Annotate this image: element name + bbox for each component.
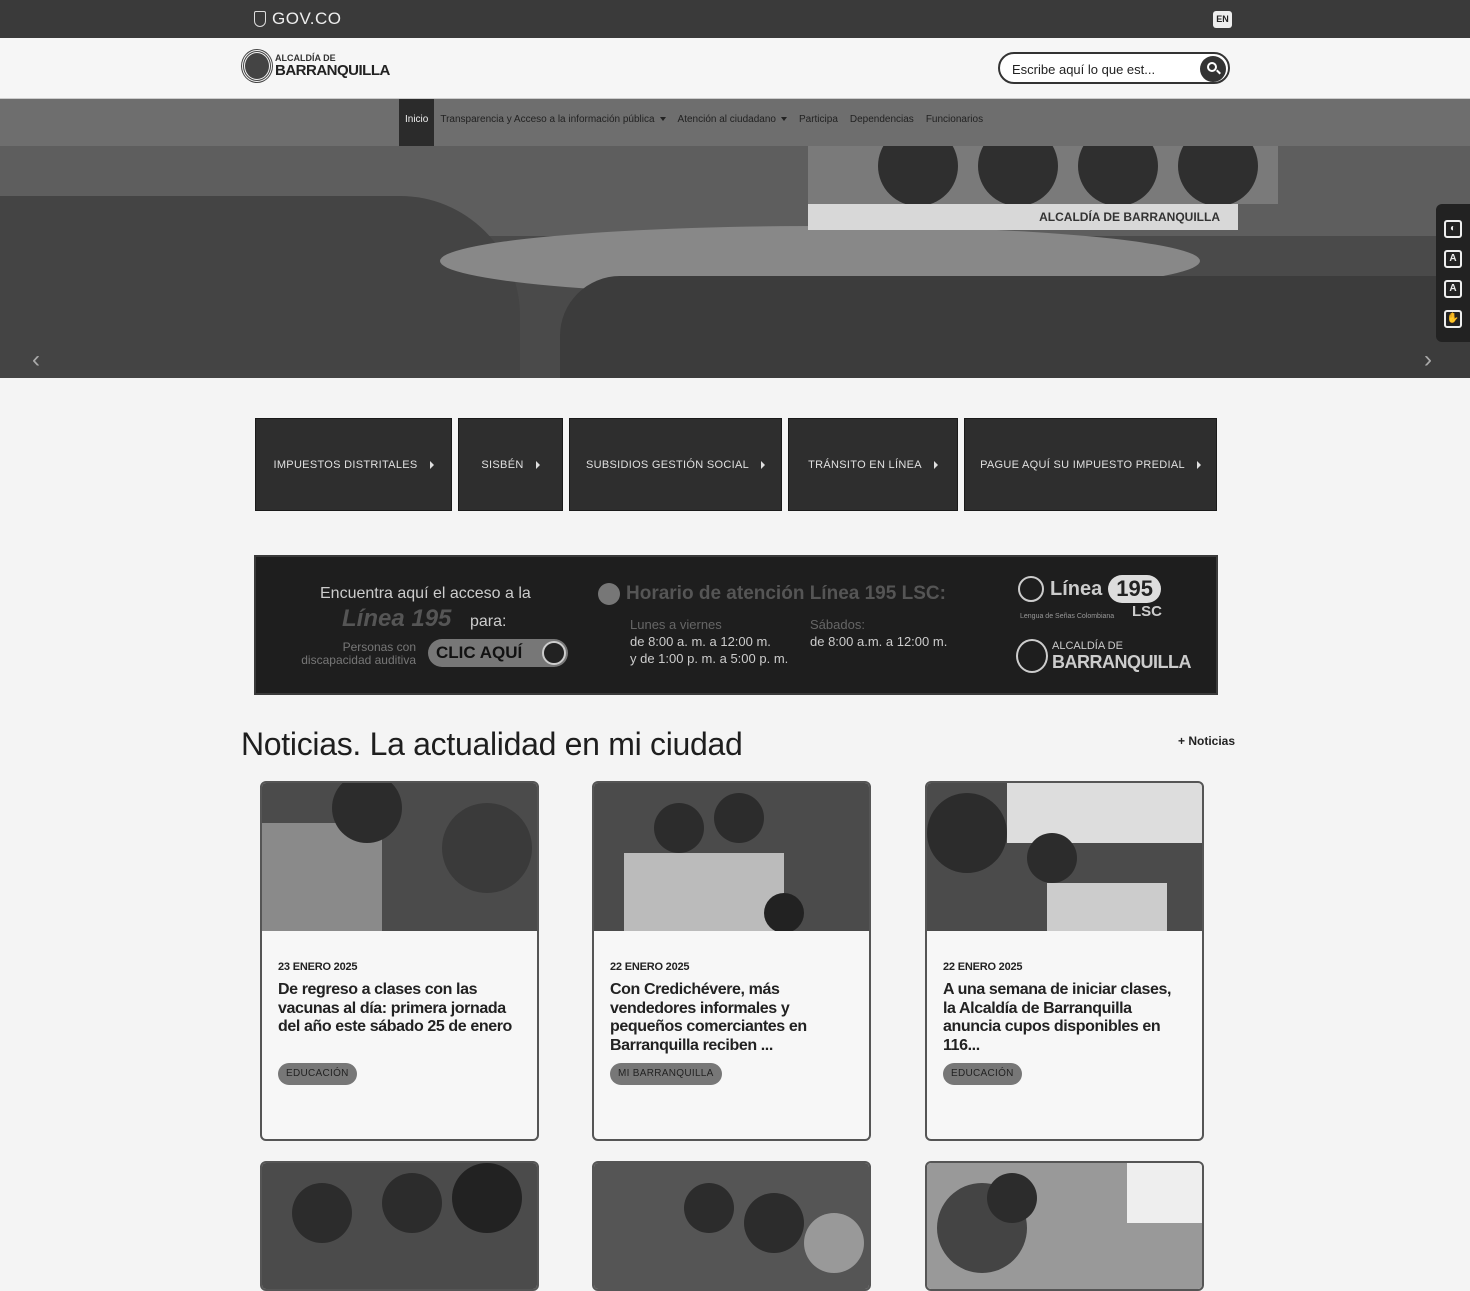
- news-card-title[interactable]: De regreso a clases con las vacunas al d…: [278, 981, 518, 1037]
- quick-link-impuestos[interactable]: IMPUESTOS DISTRITALES: [255, 418, 452, 511]
- banner-alcaldia-logo: ALCALDÍA DE BARRANQUILLA: [1016, 639, 1191, 673]
- nav-item-dependencias[interactable]: Dependencias: [844, 99, 920, 146]
- hero-sign: [808, 146, 1278, 206]
- nav-item-transparencia[interactable]: Transparencia y Acceso a la información …: [434, 99, 671, 146]
- clock-icon: [598, 583, 620, 605]
- site-logo[interactable]: ALCALDÍA DE BARRANQUILLA: [242, 50, 390, 82]
- chevron-right-icon: [429, 460, 434, 469]
- search-box: [998, 52, 1230, 84]
- news-card-date: 22 ENERO 2025: [943, 961, 1023, 973]
- chevron-right-icon: [1196, 460, 1201, 469]
- accessibility-toolbar: ◐ A A ✋: [1436, 204, 1470, 342]
- banner-line-name: Línea 195: [342, 605, 452, 632]
- city-emblem-icon: [242, 50, 272, 82]
- contrast-icon[interactable]: ◐: [1444, 220, 1462, 238]
- hero-carousel[interactable]: ALCALDÍA DE BARRANQUILLA ‹ ›: [0, 146, 1470, 378]
- city-emblem-icon: [1016, 639, 1048, 673]
- news-card-image: [262, 1163, 537, 1289]
- search-button[interactable]: [1200, 56, 1226, 82]
- chevron-right-icon: [535, 460, 540, 469]
- carousel-next-icon[interactable]: ›: [1424, 346, 1432, 374]
- search-input[interactable]: [1012, 60, 1192, 78]
- news-card-image: [927, 1163, 1202, 1289]
- news-card-date: 22 ENERO 2025: [610, 961, 690, 973]
- chevron-right-icon: [761, 460, 766, 469]
- news-card[interactable]: [260, 1161, 539, 1291]
- news-card-tag[interactable]: EDUCACIÓN: [943, 1063, 1022, 1085]
- main-nav: Inicio Transparencia y Acceso a la infor…: [0, 99, 1470, 146]
- quick-link-transito[interactable]: TRÁNSITO EN LÍNEA: [788, 418, 958, 511]
- nav-item-funcionarios[interactable]: Funcionarios: [920, 99, 989, 146]
- decrease-text-icon[interactable]: A: [1444, 250, 1462, 268]
- hand-icon: [542, 641, 566, 665]
- news-card[interactable]: [925, 1161, 1204, 1291]
- quick-link-sisben[interactable]: SISBÉN: [458, 418, 563, 511]
- quick-link-predial[interactable]: PAGUE AQUÍ SU IMPUESTO PREDIAL: [964, 418, 1217, 511]
- news-card-date: 23 ENERO 2025: [278, 961, 358, 973]
- gov-co-link[interactable]: GOV.CO: [254, 9, 341, 29]
- nav-item-participa[interactable]: Participa: [793, 99, 844, 146]
- news-card-image: [262, 783, 537, 931]
- saturday-schedule: Sábados: de 8:00 a.m. a 12:00 m.: [810, 617, 948, 649]
- linea-195-logo: Línea 195: [1018, 575, 1161, 603]
- news-card[interactable]: [592, 1161, 871, 1291]
- linea-195-banner[interactable]: Encuentra aquí el acceso a la Línea 195 …: [254, 555, 1218, 695]
- news-card-title[interactable]: Con Credichévere, más vendedores informa…: [610, 981, 850, 1055]
- lsc-label: LSC: [1132, 603, 1162, 620]
- hero-sign-text: ALCALDÍA DE BARRANQUILLA: [1039, 210, 1220, 224]
- news-card-image: [594, 783, 869, 931]
- schedule-title: Horario de atención Línea 195 LSC:: [598, 583, 946, 605]
- increase-text-icon[interactable]: A: [1444, 280, 1462, 298]
- news-section-title: Noticias. La actualidad en mi ciudad: [241, 726, 743, 762]
- news-card-image: [927, 783, 1202, 931]
- news-card-tag[interactable]: EDUCACIÓN: [278, 1063, 357, 1085]
- phone-icon: [1018, 576, 1044, 602]
- clic-aqui-button[interactable]: CLIC AQUÍ: [428, 639, 568, 667]
- news-card[interactable]: 22 ENERO 2025 A una semana de iniciar cl…: [925, 781, 1204, 1141]
- language-toggle[interactable]: EN: [1213, 11, 1232, 28]
- nav-item-inicio[interactable]: Inicio: [399, 99, 435, 146]
- banner-audience: Personas con discapacidad auditiva: [301, 640, 416, 668]
- more-news-link[interactable]: + Noticias: [1178, 734, 1235, 748]
- chevron-right-icon: [933, 460, 938, 469]
- news-card[interactable]: 23 ENERO 2025 De regreso a clases con la…: [260, 781, 539, 1141]
- gov-topbar: GOV.CO EN: [0, 0, 1470, 38]
- nav-item-atencion[interactable]: Atención al ciudadano: [672, 99, 793, 146]
- carousel-prev-icon[interactable]: ‹: [32, 346, 40, 374]
- gov-co-label: GOV.CO: [272, 9, 342, 28]
- banner-access-text: Encuentra aquí el acceso a la: [320, 585, 531, 602]
- site-header: ALCALDÍA DE BARRANQUILLA: [0, 38, 1470, 99]
- chevron-down-icon: [659, 117, 666, 122]
- news-card-title[interactable]: A una semana de iniciar clases, la Alcal…: [943, 981, 1183, 1055]
- weekday-schedule: Lunes a viernes de 8:00 a. m. a 12:00 m.…: [630, 617, 789, 666]
- news-card-image: [594, 1163, 869, 1289]
- news-card[interactable]: 22 ENERO 2025 Con Credichévere, más vend…: [592, 781, 871, 1141]
- sign-language-icon[interactable]: ✋: [1444, 310, 1462, 328]
- quick-link-subsidios[interactable]: SUBSIDIOS GESTIÓN SOCIAL: [569, 418, 782, 511]
- logo-big-text: BARRANQUILLA: [275, 62, 390, 79]
- lsc-subtitle: Lengua de Señas Colombiana: [1020, 613, 1115, 620]
- banner-para: para:: [470, 613, 507, 630]
- news-card-tag[interactable]: MI BARRANQUILLA: [610, 1063, 722, 1085]
- gov-shield-icon: [254, 11, 266, 27]
- chevron-down-icon: [780, 117, 787, 122]
